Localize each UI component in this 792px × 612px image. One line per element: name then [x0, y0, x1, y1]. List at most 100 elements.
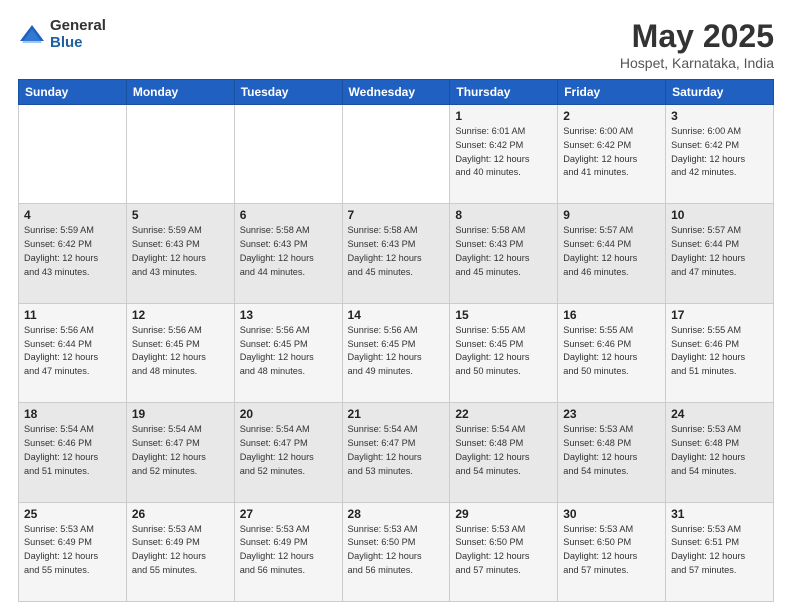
calendar-cell: 3 Sunrise: 6:00 AM Sunset: 6:42 PM Daylig… — [666, 105, 774, 204]
day-number: 3 — [671, 109, 768, 123]
calendar-cell: 24 Sunrise: 5:53 AM Sunset: 6:48 PM Dayli… — [666, 403, 774, 502]
header: General Blue May 2025 Hospet, Karnataka,… — [18, 18, 774, 71]
calendar-cell: 27Sunrise: 5:53 AM Sunset: 6:49 PM Dayli… — [234, 502, 342, 601]
calendar-header-row: SundayMondayTuesdayWednesdayThursdayFrid… — [19, 80, 774, 105]
day-info: Sunrise: 5:57 AM Sunset: 6:44 PM Dayligh… — [563, 224, 660, 279]
calendar-cell: 20Sunrise: 5:54 AM Sunset: 6:47 PM Dayli… — [234, 403, 342, 502]
day-number: 6 — [240, 208, 337, 222]
day-number: 29 — [455, 507, 552, 521]
day-number: 22 — [455, 407, 552, 421]
day-info: Sunrise: 5:53 AM Sunset: 6:50 PM Dayligh… — [348, 523, 445, 578]
calendar-cell: 8 Sunrise: 5:58 AM Sunset: 6:43 PM Daylig… — [450, 204, 558, 303]
day-number: 31 — [671, 507, 768, 521]
calendar-cell: 10Sunrise: 5:57 AM Sunset: 6:44 PM Dayli… — [666, 204, 774, 303]
day-info: Sunrise: 5:55 AM Sunset: 6:46 PM Dayligh… — [563, 324, 660, 379]
day-header-thursday: Thursday — [450, 80, 558, 105]
day-number: 30 — [563, 507, 660, 521]
calendar-cell: 26 Sunrise: 5:53 AM Sunset: 6:49 PM Dayli… — [126, 502, 234, 601]
day-header-tuesday: Tuesday — [234, 80, 342, 105]
day-info: Sunrise: 5:53 AM Sunset: 6:48 PM Dayligh… — [671, 423, 768, 478]
day-number: 2 — [563, 109, 660, 123]
day-info: Sunrise: 5:53 AM Sunset: 6:49 PM Dayligh… — [240, 523, 337, 578]
day-header-friday: Friday — [558, 80, 666, 105]
day-info: Sunrise: 5:59 AM Sunset: 6:42 PM Dayligh… — [24, 224, 121, 279]
calendar-week-4: 18 Sunrise: 5:54 AM Sunset: 6:46 PM Dayli… — [19, 403, 774, 502]
day-number: 9 — [563, 208, 660, 222]
day-number: 25 — [24, 507, 121, 521]
day-number: 8 — [455, 208, 552, 222]
logo: General Blue — [18, 18, 106, 51]
calendar-cell — [342, 105, 450, 204]
day-number: 20 — [240, 407, 337, 421]
day-info: Sunrise: 5:59 AM Sunset: 6:43 PM Dayligh… — [132, 224, 229, 279]
day-info: Sunrise: 5:56 AM Sunset: 6:45 PM Dayligh… — [240, 324, 337, 379]
day-info: Sunrise: 5:53 AM Sunset: 6:49 PM Dayligh… — [132, 523, 229, 578]
day-info: Sunrise: 5:58 AM Sunset: 6:43 PM Dayligh… — [240, 224, 337, 279]
logo-icon — [18, 21, 46, 49]
day-number: 24 — [671, 407, 768, 421]
day-info: Sunrise: 5:55 AM Sunset: 6:46 PM Dayligh… — [671, 324, 768, 379]
day-header-monday: Monday — [126, 80, 234, 105]
day-number: 5 — [132, 208, 229, 222]
day-number: 28 — [348, 507, 445, 521]
day-number: 19 — [132, 407, 229, 421]
calendar-cell: 7Sunrise: 5:58 AM Sunset: 6:43 PM Daylig… — [342, 204, 450, 303]
calendar-cell: 11 Sunrise: 5:56 AM Sunset: 6:44 PM Dayli… — [19, 303, 127, 402]
logo-blue: Blue — [50, 35, 106, 52]
calendar-cell — [19, 105, 127, 204]
calendar-cell: 30 Sunrise: 5:53 AM Sunset: 6:50 PM Dayli… — [558, 502, 666, 601]
calendar-cell: 14Sunrise: 5:56 AM Sunset: 6:45 PM Dayli… — [342, 303, 450, 402]
day-info: Sunrise: 5:58 AM Sunset: 6:43 PM Dayligh… — [455, 224, 552, 279]
day-info: Sunrise: 5:53 AM Sunset: 6:50 PM Dayligh… — [563, 523, 660, 578]
calendar-cell: 4 Sunrise: 5:59 AM Sunset: 6:42 PM Daylig… — [19, 204, 127, 303]
day-number: 26 — [132, 507, 229, 521]
day-info: Sunrise: 6:00 AM Sunset: 6:42 PM Dayligh… — [671, 125, 768, 180]
main-title: May 2025 — [620, 18, 774, 55]
calendar-cell: 23Sunrise: 5:53 AM Sunset: 6:48 PM Dayli… — [558, 403, 666, 502]
logo-general: General — [50, 18, 106, 35]
day-info: Sunrise: 5:54 AM Sunset: 6:48 PM Dayligh… — [455, 423, 552, 478]
day-info: Sunrise: 6:01 AM Sunset: 6:42 PM Dayligh… — [455, 125, 552, 180]
day-number: 13 — [240, 308, 337, 322]
calendar-week-5: 25 Sunrise: 5:53 AM Sunset: 6:49 PM Dayli… — [19, 502, 774, 601]
day-header-saturday: Saturday — [666, 80, 774, 105]
calendar-cell: 2 Sunrise: 6:00 AM Sunset: 6:42 PM Daylig… — [558, 105, 666, 204]
day-info: Sunrise: 5:53 AM Sunset: 6:50 PM Dayligh… — [455, 523, 552, 578]
calendar-cell: 9 Sunrise: 5:57 AM Sunset: 6:44 PM Daylig… — [558, 204, 666, 303]
logo-text: General Blue — [50, 18, 106, 51]
day-info: Sunrise: 5:53 AM Sunset: 6:49 PM Dayligh… — [24, 523, 121, 578]
day-info: Sunrise: 5:53 AM Sunset: 6:48 PM Dayligh… — [563, 423, 660, 478]
day-number: 1 — [455, 109, 552, 123]
day-header-wednesday: Wednesday — [342, 80, 450, 105]
day-number: 17 — [671, 308, 768, 322]
calendar-cell: 17 Sunrise: 5:55 AM Sunset: 6:46 PM Dayli… — [666, 303, 774, 402]
day-number: 10 — [671, 208, 768, 222]
calendar-week-3: 11 Sunrise: 5:56 AM Sunset: 6:44 PM Dayli… — [19, 303, 774, 402]
title-block: May 2025 Hospet, Karnataka, India — [620, 18, 774, 71]
day-info: Sunrise: 5:55 AM Sunset: 6:45 PM Dayligh… — [455, 324, 552, 379]
day-number: 4 — [24, 208, 121, 222]
calendar-cell — [234, 105, 342, 204]
day-number: 11 — [24, 308, 121, 322]
calendar-cell: 29 Sunrise: 5:53 AM Sunset: 6:50 PM Dayli… — [450, 502, 558, 601]
day-info: Sunrise: 5:54 AM Sunset: 6:47 PM Dayligh… — [132, 423, 229, 478]
calendar-cell: 22 Sunrise: 5:54 AM Sunset: 6:48 PM Dayli… — [450, 403, 558, 502]
calendar-cell: 19 Sunrise: 5:54 AM Sunset: 6:47 PM Dayli… — [126, 403, 234, 502]
day-info: Sunrise: 5:53 AM Sunset: 6:51 PM Dayligh… — [671, 523, 768, 578]
calendar-cell: 31 Sunrise: 5:53 AM Sunset: 6:51 PM Dayli… — [666, 502, 774, 601]
day-number: 14 — [348, 308, 445, 322]
calendar-week-1: 1 Sunrise: 6:01 AM Sunset: 6:42 PM Daylig… — [19, 105, 774, 204]
calendar-cell: 28 Sunrise: 5:53 AM Sunset: 6:50 PM Dayli… — [342, 502, 450, 601]
day-number: 7 — [348, 208, 445, 222]
calendar-cell: 13 Sunrise: 5:56 AM Sunset: 6:45 PM Dayli… — [234, 303, 342, 402]
day-info: Sunrise: 5:54 AM Sunset: 6:46 PM Dayligh… — [24, 423, 121, 478]
calendar-cell — [126, 105, 234, 204]
calendar-cell: 21Sunrise: 5:54 AM Sunset: 6:47 PM Dayli… — [342, 403, 450, 502]
calendar-cell: 12Sunrise: 5:56 AM Sunset: 6:45 PM Dayli… — [126, 303, 234, 402]
day-info: Sunrise: 5:56 AM Sunset: 6:44 PM Dayligh… — [24, 324, 121, 379]
day-number: 16 — [563, 308, 660, 322]
calendar-cell: 15Sunrise: 5:55 AM Sunset: 6:45 PM Dayli… — [450, 303, 558, 402]
day-info: Sunrise: 6:00 AM Sunset: 6:42 PM Dayligh… — [563, 125, 660, 180]
day-number: 18 — [24, 407, 121, 421]
calendar-cell: 25 Sunrise: 5:53 AM Sunset: 6:49 PM Dayli… — [19, 502, 127, 601]
